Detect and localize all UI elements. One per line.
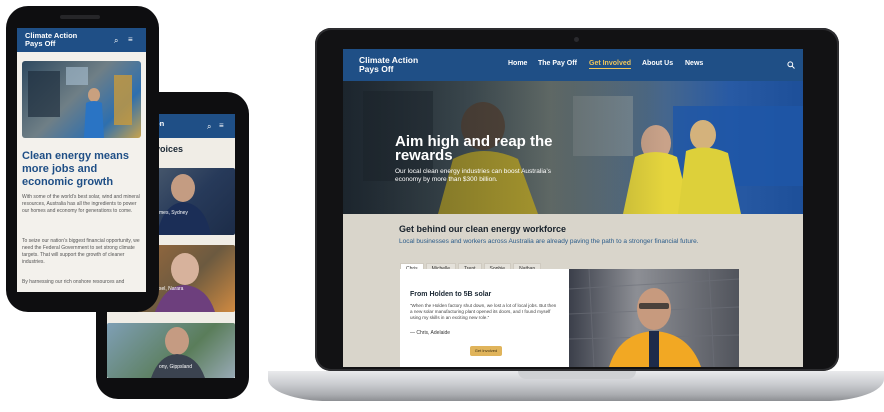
hero-banner: Aim high and reap the rewards Our local … [343,81,803,214]
phone-speaker [60,15,100,19]
worker-portrait [569,269,739,367]
section-subtitle: Local businesses and workers across Aust… [399,238,699,245]
phone-front-screen: Climate Action Pays Off ⌕ ≡ Clean energy… [17,28,146,292]
laptop-screen: Climate Action Pays Off Home The Pay Off… [343,49,803,367]
phone-back-heading: voices [155,144,184,154]
story-quote: “When the Holden factory shut down, we l… [410,303,557,320]
voice-caption-3: ony, Gippsland [159,364,192,370]
site-logo[interactable]: Climate Action Pays Off [359,56,418,74]
factory-photo [22,61,141,138]
phone-front-heading: Clean energy means more jobs and economi… [22,150,129,188]
phone-front-paragraph-2: To seize our nation’s biggest financial … [22,238,140,265]
phone-front-logo[interactable]: Climate Action Pays Off [25,32,77,48]
factory-worker-image [28,67,132,138]
section-title: Get behind our clean energy workforce [399,224,567,234]
nav-the-pay-off[interactable]: The Pay Off [538,60,577,67]
search-icon[interactable] [787,61,795,69]
site-header: Climate Action Pays Off Home The Pay Off… [343,49,803,81]
story-author: — Chris, Adelaide [410,330,451,336]
phone-front-paragraph-1: With some of the world’s best solar, win… [22,194,140,214]
story-title: From Holden to 5B solar [410,291,492,298]
hero-text: Our local clean energy industries can bo… [395,168,551,183]
search-icon[interactable]: ⌕ [207,122,211,132]
story-tabs: ChrisMichelleTrentSophieNathan [400,257,543,274]
voice-caption-1: mes, Sydney [159,210,188,216]
nav-about-us[interactable]: About Us [642,60,673,67]
get-involved-button[interactable]: Get Involved [470,346,502,356]
story-card: From Holden to 5B solar “When the Holden… [400,269,570,367]
phone-front-paragraph-3: By harnessing our rich onshore resources… [22,279,125,285]
hero-title: Aim high and reap the rewards [395,133,553,164]
menu-icon[interactable]: ≡ [128,35,133,44]
phone-front-header: Climate Action Pays Off ⌕ ≡ [17,28,146,52]
nav-news[interactable]: News [685,60,703,67]
search-icon[interactable]: ⌕ [114,36,118,46]
laptop-notch [518,371,636,379]
voice-caption-2: sel, Narara [159,286,184,292]
laptop-camera [574,37,579,42]
nav-home[interactable]: Home [508,60,527,67]
story-photo [569,269,739,367]
nav-get-involved[interactable]: Get Involved [589,60,632,69]
menu-icon[interactable]: ≡ [219,121,224,130]
